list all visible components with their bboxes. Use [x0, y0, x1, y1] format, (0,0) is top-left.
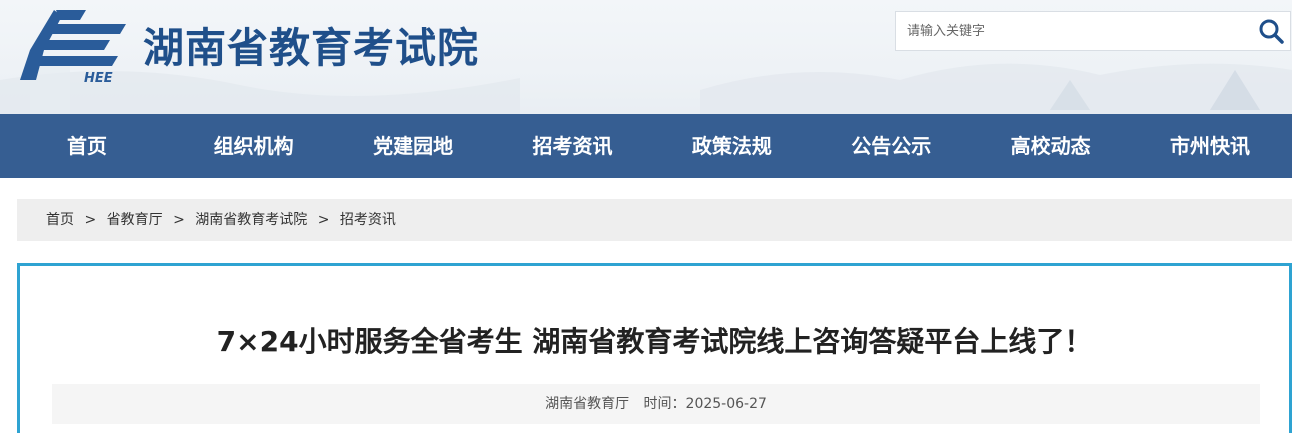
main-nav: 首页 组织机构 党建园地 招考资讯 政策法规 公告公示 高校动态 市州快讯 — [0, 114, 1292, 178]
search-input[interactable] — [896, 12, 1246, 50]
site-logo-icon: HEE — [20, 10, 126, 84]
article-meta: 湖南省教育厅 时间：2025-06-27 — [52, 384, 1260, 424]
breadcrumb-separator: > — [317, 212, 330, 228]
nav-item-admission-news[interactable]: 招考资讯 — [493, 114, 652, 178]
svg-text:HEE: HEE — [84, 71, 113, 84]
site-title: 湖南省教育考试院 — [143, 24, 479, 72]
breadcrumb-item-admission-news[interactable]: 招考资讯 — [340, 212, 396, 228]
article-container: 7×24小时服务全省考生 湖南省教育考试院线上咨询答疑平台上线了！ 湖南省教育厅… — [17, 263, 1292, 433]
nav-item-party-building[interactable]: 党建园地 — [333, 114, 492, 178]
article-source: 湖南省教育厅 — [545, 396, 630, 412]
breadcrumb-separator: > — [173, 212, 185, 228]
breadcrumb-item-home[interactable]: 首页 — [46, 212, 74, 228]
nav-item-policy[interactable]: 政策法规 — [652, 114, 811, 178]
nav-item-organization[interactable]: 组织机构 — [174, 114, 333, 178]
breadcrumb-item-education-dept[interactable]: 省教育厅 — [107, 212, 163, 228]
article-time-label: 时间： — [643, 396, 686, 412]
search-box — [895, 11, 1291, 51]
nav-item-home[interactable]: 首页 — [0, 114, 174, 178]
nav-item-announcements[interactable]: 公告公示 — [812, 114, 971, 178]
search-icon — [1259, 19, 1284, 44]
nav-item-city-news[interactable]: 市州快讯 — [1130, 114, 1289, 178]
nav-item-university-news[interactable]: 高校动态 — [971, 114, 1130, 178]
site-header: HEE 湖南省教育考试院 — [0, 0, 1292, 114]
breadcrumb-item-exam-institute[interactable]: 湖南省教育考试院 — [195, 212, 307, 228]
breadcrumb-separator: > — [84, 212, 97, 228]
search-button[interactable] — [1256, 16, 1286, 46]
breadcrumb: 首页 > 省教育厅 > 湖南省教育考试院 > 招考资讯 — [17, 199, 1292, 241]
article-date: 2025-06-27 — [685, 396, 767, 412]
article-title: 7×24小时服务全省考生 湖南省教育考试院线上咨询答疑平台上线了！ — [216, 325, 1093, 358]
